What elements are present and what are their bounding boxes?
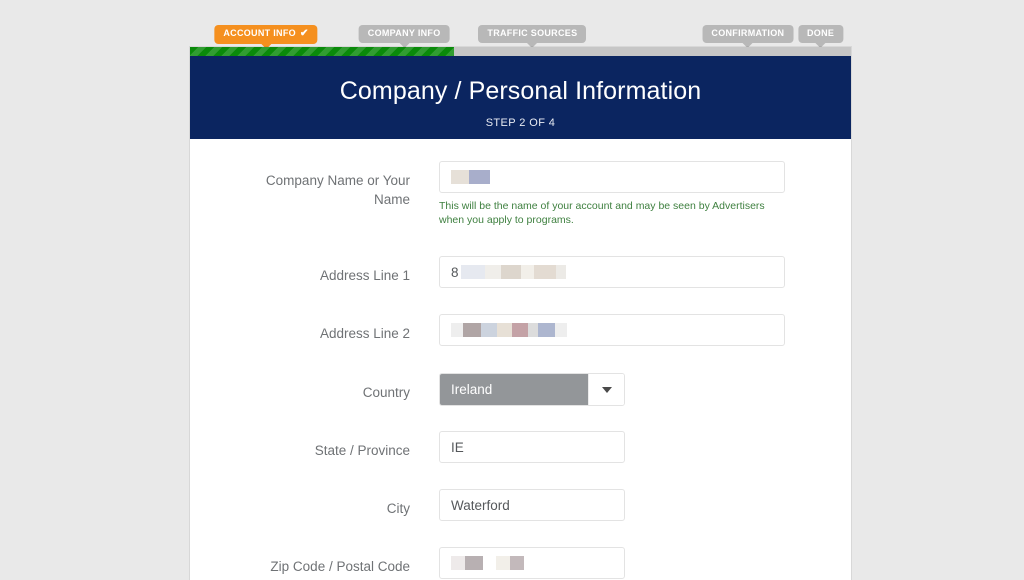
- step-badge-label: CONFIRMATION: [711, 28, 785, 38]
- company-name-input[interactable]: [439, 161, 785, 193]
- address-line-2-label: Address Line 2: [319, 326, 410, 341]
- redacted-value: [451, 323, 567, 337]
- step-badge-label: DONE: [806, 28, 835, 38]
- country-label: Country: [362, 385, 410, 400]
- country-select[interactable]: Ireland: [439, 373, 625, 406]
- form-row-address-line-2: Address Line 2: [228, 314, 785, 346]
- zip-code-input[interactable]: [439, 547, 625, 579]
- company-name-help-text: This will be the name of your account an…: [439, 200, 765, 226]
- step-badge-account-info[interactable]: ACCOUNT INFO ✔: [214, 25, 318, 49]
- step-badge-label: COMPANY INFO: [367, 28, 441, 38]
- step-indicator: STEP 2 OF 4: [485, 116, 556, 129]
- step-badge-label: TRAFFIC SOURCES: [487, 28, 578, 38]
- step-badge-label: ACCOUNT INFO: [223, 28, 296, 38]
- form-row-zip-code: Zip Code / Postal Code: [228, 547, 775, 579]
- company-information-form: Company Name or Your Name This will be t…: [190, 139, 851, 579]
- step-badge-company-info[interactable]: COMPANY INFO: [358, 25, 450, 48]
- state-province-value: IE: [451, 439, 464, 455]
- state-province-label: State / Province: [314, 443, 410, 458]
- address-line-2-input[interactable]: [439, 314, 785, 346]
- wizard-card: Company / Personal Information STEP 2 OF…: [190, 47, 851, 580]
- redacted-value: [451, 170, 490, 184]
- form-row-address-line-1: Address Line 1 8: [228, 256, 785, 288]
- progress-bar-fill: [190, 47, 455, 56]
- city-input[interactable]: Waterford: [439, 489, 625, 521]
- redacted-value: [460, 265, 566, 279]
- progress-bar: [190, 47, 851, 56]
- check-icon: ✔: [299, 28, 309, 39]
- city-value: Waterford: [451, 497, 510, 513]
- zip-code-label: Zip Code / Postal Code: [270, 559, 410, 574]
- form-row-company-name: Company Name or Your Name This will be t…: [228, 161, 785, 227]
- address-line-1-label: Address Line 1: [319, 268, 410, 283]
- step-badge-confirmation[interactable]: CONFIRMATION: [702, 25, 794, 48]
- state-province-input[interactable]: IE: [439, 431, 625, 463]
- step-badge-traffic-sources[interactable]: TRAFFIC SOURCES: [478, 25, 587, 48]
- form-row-state-province: State / Province IE: [228, 431, 775, 463]
- company-name-label: Company Name or Your Name: [265, 173, 410, 207]
- form-row-city: City Waterford: [228, 489, 775, 521]
- page-title: Company / Personal Information: [339, 77, 702, 105]
- chevron-down-icon[interactable]: [588, 374, 624, 405]
- step-badge-done[interactable]: DONE: [797, 25, 844, 48]
- country-selected-value: Ireland: [440, 374, 588, 405]
- page-root: ACCOUNT INFO ✔ COMPANY INFO TRAFFIC SOURC…: [0, 0, 1024, 580]
- card-header: Company / Personal Information STEP 2 OF…: [190, 56, 851, 139]
- address-line-1-input[interactable]: 8: [439, 256, 785, 288]
- city-label: City: [386, 501, 410, 516]
- redacted-value: [451, 556, 524, 570]
- wizard-step-badges: ACCOUNT INFO ✔ COMPANY INFO TRAFFIC SOURC…: [190, 0, 851, 49]
- address-line-1-value: 8: [451, 264, 459, 280]
- form-row-country: Country Ireland: [228, 373, 775, 406]
